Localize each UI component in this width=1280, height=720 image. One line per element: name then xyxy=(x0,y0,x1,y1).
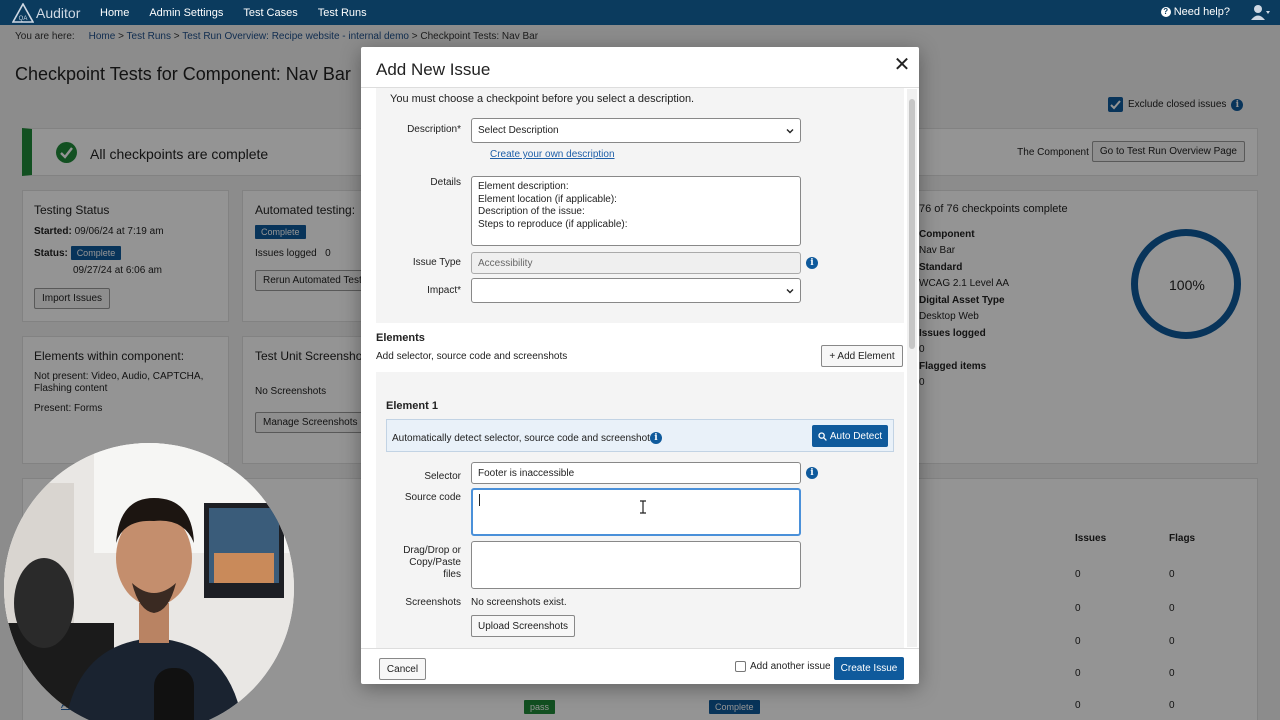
search-icon xyxy=(818,431,827,441)
webcam-overlay xyxy=(4,443,294,720)
elements-subtitle: Add selector, source code and screenshot… xyxy=(376,351,568,362)
drag-drop-label: Drag/Drop or Copy/Paste files xyxy=(391,545,461,581)
impact-select[interactable] xyxy=(471,278,801,303)
nav-test-runs[interactable]: Test Runs xyxy=(318,7,367,19)
logo-triangle-icon: QA xyxy=(12,2,34,23)
add-another-checkbox[interactable] xyxy=(735,661,746,672)
scrollbar-thumb[interactable] xyxy=(909,99,915,349)
elements-heading: Elements xyxy=(376,332,425,344)
issue-type-label: Issue Type xyxy=(412,257,461,268)
drag-drop-label-line: Copy/Paste files xyxy=(409,557,461,580)
details-line: Element location (if applicable): xyxy=(478,193,617,205)
user-menu-icon[interactable] xyxy=(1250,4,1270,20)
help-label: Need help? xyxy=(1173,6,1230,18)
nav-home[interactable]: Home xyxy=(100,7,129,19)
chevron-down-icon xyxy=(786,128,794,133)
selector-label: Selector xyxy=(424,471,461,482)
screenshots-label: Screenshots xyxy=(405,597,461,608)
help-icon: ? xyxy=(1160,7,1171,17)
drag-drop-label-line: Drag/Drop or xyxy=(403,545,461,556)
help-link[interactable]: ? Need help? xyxy=(1160,6,1230,18)
selector-input[interactable]: Footer is inaccessible xyxy=(471,462,801,484)
auto-detect-text: Automatically detect selector, source co… xyxy=(392,433,655,444)
source-code-label: Source code xyxy=(404,492,461,503)
auto-detect-label: Auto Detect xyxy=(829,430,883,442)
upload-screenshots-button[interactable]: Upload Screenshots xyxy=(471,615,575,637)
info-icon[interactable]: i xyxy=(650,432,662,444)
description-selected: Select Description xyxy=(478,125,559,136)
details-label: Details xyxy=(430,177,461,188)
brand-name: Auditor xyxy=(36,4,81,21)
text-cursor xyxy=(479,494,480,506)
element-title: Element 1 xyxy=(386,400,438,412)
add-another-toggle[interactable]: Add another issue xyxy=(735,661,831,672)
drag-drop-area[interactable] xyxy=(471,541,801,589)
modal-scrollbar[interactable] xyxy=(907,89,917,647)
info-icon[interactable]: i xyxy=(806,257,818,269)
nav-test-cases[interactable]: Test Cases xyxy=(243,7,297,19)
impact-label: Impact* xyxy=(427,285,461,296)
create-issue-button[interactable]: Create Issue xyxy=(834,657,904,680)
presenter-video-image xyxy=(4,443,294,720)
details-line: Element description: xyxy=(478,181,569,192)
cancel-button[interactable]: Cancel xyxy=(379,658,426,680)
details-textarea[interactable]: Element description: Element location (i… xyxy=(471,176,801,246)
issue-details-panel: You must choose a checkpoint before you … xyxy=(376,88,904,323)
modal-header: Add New Issue ✕ xyxy=(361,47,919,88)
details-line: Description of the issue: xyxy=(478,206,585,217)
info-icon[interactable]: i xyxy=(806,467,818,479)
add-another-label: Add another issue xyxy=(750,661,831,672)
description-select[interactable]: Select Description xyxy=(471,118,801,143)
svg-text:QA: QA xyxy=(19,16,28,22)
modal-title: Add New Issue xyxy=(376,60,491,79)
element-1-panel: Element 1 Automatically detect selector,… xyxy=(376,372,904,648)
top-nav: QA Auditor Home Admin Settings Test Case… xyxy=(0,0,1280,25)
nav-admin-settings[interactable]: Admin Settings xyxy=(149,7,223,19)
create-own-description-link[interactable]: Create your own description xyxy=(490,149,615,160)
i-beam-cursor-icon xyxy=(640,500,646,514)
logo[interactable]: QA Auditor xyxy=(12,2,98,23)
modal-footer: Cancel Add another issue Create Issue xyxy=(361,648,919,684)
add-issue-modal: Add New Issue ✕ You must choose a checkp… xyxy=(361,47,919,684)
source-code-textarea[interactable] xyxy=(471,488,801,536)
selector-value: Footer is inaccessible xyxy=(478,467,575,479)
issue-type-value: Accessibility xyxy=(478,257,533,269)
main-menu: Home Admin Settings Test Cases Test Runs xyxy=(100,7,387,19)
close-icon[interactable]: ✕ xyxy=(893,55,911,75)
checkpoint-note: You must choose a checkpoint before you … xyxy=(390,93,695,105)
modal-body[interactable]: You must choose a checkpoint before you … xyxy=(361,88,919,648)
chevron-down-icon xyxy=(786,288,794,293)
issue-type-field: Accessibility xyxy=(471,252,801,274)
description-label: Description* xyxy=(407,124,461,135)
screenshots-value: No screenshots exist. xyxy=(471,597,567,608)
details-line: Steps to reproduce (if applicable): xyxy=(478,218,628,230)
auto-detect-button[interactable]: Auto Detect xyxy=(812,425,888,447)
add-element-button[interactable]: + Add Element xyxy=(821,345,903,367)
auto-detect-bar: Automatically detect selector, source co… xyxy=(386,419,894,452)
